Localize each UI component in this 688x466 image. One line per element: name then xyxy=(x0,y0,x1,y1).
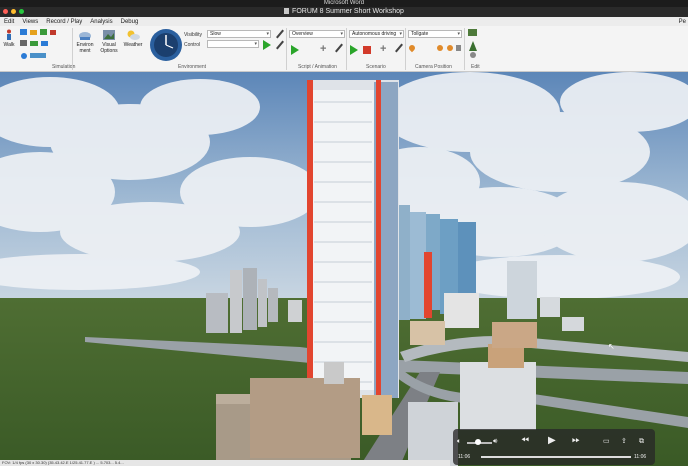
playback-scrubber[interactable] xyxy=(481,456,631,458)
group-label-camera-position: Camera Position xyxy=(415,64,452,70)
tab-debug[interactable]: Debug xyxy=(121,19,139,25)
control-label: Control xyxy=(184,42,201,48)
city-scene-render xyxy=(0,72,688,466)
fast-forward-button[interactable]: ⏩︎ xyxy=(572,436,580,446)
environment-label-2: ment xyxy=(79,48,91,54)
volume-high-icon[interactable]: 🔊︎ xyxy=(493,437,497,447)
walk-button[interactable]: Walk xyxy=(2,29,16,48)
divider xyxy=(405,28,406,70)
ribbon-tabs: Edit Views Record / Play Analysis Debug … xyxy=(0,17,688,26)
visibility-label: Visibility xyxy=(184,32,202,38)
city-3d-viewport[interactable]: ↖ xyxy=(0,72,688,466)
tab-partial[interactable]: Pe xyxy=(679,19,686,25)
edit-tools-icons[interactable] xyxy=(467,29,479,59)
visual-options-icon xyxy=(103,30,115,40)
weather-button[interactable]: Weather xyxy=(122,29,144,48)
visibility-select[interactable]: Slow xyxy=(207,30,271,38)
divider xyxy=(346,28,347,70)
current-time: 11:06 xyxy=(458,454,471,460)
location-pin-icon[interactable] xyxy=(407,43,417,53)
end-time: 11:06 xyxy=(634,454,647,460)
close-window-button[interactable] xyxy=(3,9,8,14)
status-bar: FOV: 1/4 fps (30 x 30.30) (35.43.42.E 1/… xyxy=(0,460,450,466)
add-icon[interactable]: + xyxy=(320,44,326,55)
document-icon xyxy=(284,8,290,14)
weather-label: Weather xyxy=(123,42,143,48)
tab-views[interactable]: Views xyxy=(22,19,38,25)
volume-slider-knob[interactable] xyxy=(475,439,481,445)
visual-options-label-2: Options xyxy=(100,48,118,54)
window-controls xyxy=(3,9,24,14)
main-tower xyxy=(307,80,399,400)
ribbon: Walk Simulation Environ ment Visual Opti… xyxy=(0,26,688,72)
zoom-window-button[interactable] xyxy=(19,9,24,14)
group-label-scenario: Scenario xyxy=(366,64,386,70)
pen-icon[interactable] xyxy=(395,43,403,53)
rewind-button[interactable]: ⏪︎ xyxy=(521,436,529,446)
visual-options-button[interactable]: Visual Options xyxy=(98,29,120,54)
walk-person-icon xyxy=(7,29,11,40)
airplay-icon[interactable]: ▭ xyxy=(603,437,610,447)
environment-button[interactable]: Environ ment xyxy=(75,29,95,54)
simulation-tools-icons[interactable] xyxy=(20,29,74,61)
stop-scenario-icon[interactable] xyxy=(363,46,371,54)
tab-analysis[interactable]: Analysis xyxy=(90,19,112,25)
play-control-icon[interactable] xyxy=(263,40,271,50)
volume-low-icon[interactable]: 🔈︎ xyxy=(457,437,461,447)
cloud-icon xyxy=(79,32,91,40)
share-icon[interactable]: ⇪ xyxy=(621,437,627,447)
pen-icon[interactable] xyxy=(276,40,284,50)
play-scenario-icon[interactable] xyxy=(350,45,358,55)
scenario-select[interactable]: Autonomous driving xyxy=(349,30,404,38)
tab-record-play[interactable]: Record / Play xyxy=(46,19,82,25)
tab-edit[interactable]: Edit xyxy=(4,19,14,25)
walk-label: Walk xyxy=(3,42,15,48)
window-title-bar: FORUM 8 Summer Short Workshop xyxy=(0,7,688,17)
add-icon[interactable]: + xyxy=(380,44,386,55)
group-label-edit: Edit xyxy=(471,64,480,70)
clock-compass-icon[interactable] xyxy=(149,28,183,62)
group-label-environment: Environment xyxy=(178,64,207,70)
group-label-script-animation: Script / Animation xyxy=(298,64,337,70)
pen-icon[interactable] xyxy=(276,29,284,39)
camera-tools-icons[interactable] xyxy=(436,43,462,55)
window-title: FORUM 8 Summer Short Workshop xyxy=(292,8,404,15)
video-player-controls: 🔈︎ 🔊︎ ⏪︎ ▶︎ ⏩︎ ▭ ⇪ ⧉ 11:06 11:06 xyxy=(453,429,655,465)
play-script-icon[interactable] xyxy=(291,45,299,55)
script-select[interactable]: Overview xyxy=(289,30,345,38)
weather-icon xyxy=(127,30,140,40)
play-button[interactable]: ▶︎ xyxy=(548,436,556,446)
os-app-title: Microsoft Word xyxy=(0,0,688,7)
divider xyxy=(286,28,287,70)
picture-in-picture-icon[interactable]: ⧉ xyxy=(639,437,644,447)
divider xyxy=(464,28,465,70)
divider xyxy=(72,28,73,70)
camera-select[interactable]: Tollgate xyxy=(408,30,462,38)
pen-icon[interactable] xyxy=(335,43,343,53)
minimize-window-button[interactable] xyxy=(11,9,16,14)
control-select[interactable] xyxy=(207,40,259,48)
mouse-pointer-icon: ↖ xyxy=(608,342,615,351)
